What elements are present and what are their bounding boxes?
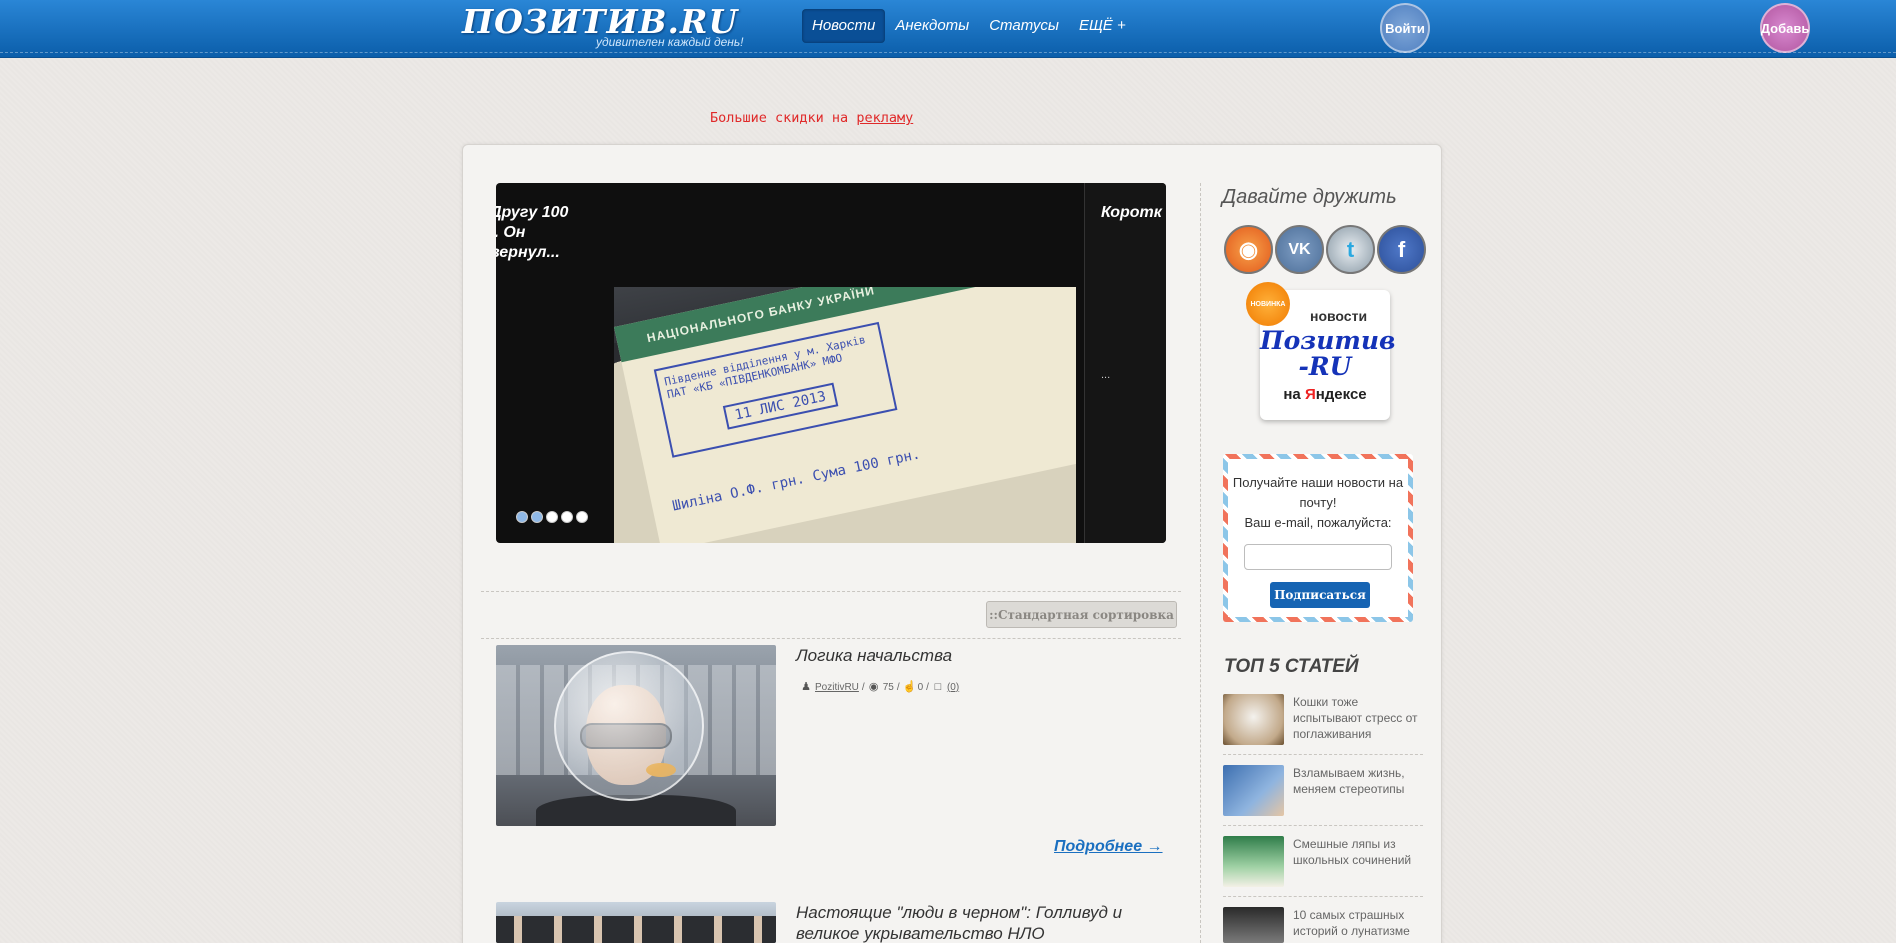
slider-dot[interactable]	[531, 511, 543, 523]
top-article-thumb[interactable]	[1223, 694, 1284, 745]
twitter-icon[interactable]: t	[1326, 225, 1375, 274]
divider	[1223, 896, 1423, 897]
yandex-news-label: новости	[1310, 308, 1368, 324]
nav-news[interactable]: Новости	[802, 9, 886, 43]
read-more-link[interactable]: Подробнее →	[1054, 838, 1163, 856]
slide-image[interactable]: НАЦІОНАЛЬНОГО БАНКУ УКРАЇНИ Південне від…	[614, 287, 1076, 543]
slider-dot[interactable]	[561, 511, 573, 523]
thumbs-up-icon[interactable]: ☝	[903, 681, 917, 693]
comment-icon: □	[934, 681, 942, 693]
yandex-on-label: на Яндексе	[1260, 386, 1390, 403]
article-comments[interactable]: (0)	[947, 682, 959, 693]
social-links: ◉ VK t f	[1224, 225, 1426, 274]
site-slogan: удивителен каждый день!	[596, 35, 744, 49]
nav-more[interactable]: ЕЩЁ +	[1069, 9, 1136, 43]
slider-dot[interactable]	[546, 511, 558, 523]
nav-jokes[interactable]: Анекдоты	[885, 9, 979, 43]
news-slider[interactable]: Другу 100 .. Он вернул... НАЦІОНАЛЬНОГО …	[496, 183, 1166, 543]
newsletter-line1: Получайте наши новости на почту!	[1232, 475, 1404, 510]
slide-next-caption[interactable]: Коротк курьезн истори случив	[1101, 203, 1166, 223]
thumb-bowl	[554, 651, 704, 801]
login-button[interactable]: Войти	[1380, 3, 1430, 53]
slide-caption-panel: Коротк курьезн истори случив ...	[1084, 183, 1166, 543]
thumb-people	[496, 916, 776, 943]
ad-link[interactable]: рекламу	[856, 110, 913, 126]
article-views: 75	[882, 681, 894, 693]
article-author[interactable]: PozitivRU	[815, 682, 859, 693]
sort-button[interactable]: ::Стандартная сортировка	[986, 601, 1177, 628]
article-meta: ♟ PozitivRU / ◉ 75 / ☝ 0 / □ (0)	[800, 681, 959, 693]
main-nav: Новости Анекдоты Статусы ЕЩЁ +	[802, 9, 1136, 43]
divider	[1223, 754, 1423, 755]
user-icon: ♟	[801, 681, 811, 693]
yandex-y: Я	[1304, 386, 1316, 403]
top-article-thumb[interactable]	[1223, 907, 1284, 943]
top-article-title[interactable]: Кошки тоже испытывают стресс от поглажив…	[1293, 694, 1423, 742]
slide-ellipsis: ...	[1101, 369, 1111, 381]
nav-statuses[interactable]: Статусы	[979, 9, 1069, 43]
article-thumbnail[interactable]	[496, 645, 776, 826]
slider-dot[interactable]	[516, 511, 528, 523]
new-badge: НОВИНКА	[1246, 282, 1290, 326]
top-navigation-bar: ПОЗИТИВ.RU удивителен каждый день! Новос…	[0, 0, 1896, 58]
slider-dot[interactable]	[576, 511, 588, 523]
eye-icon: ◉	[868, 681, 879, 693]
divider	[481, 638, 1181, 639]
top-article-title[interactable]: 10 самых страшных историй о лунатизме	[1293, 907, 1423, 939]
vk-icon[interactable]: VK	[1275, 225, 1324, 274]
sidebar-separator	[1200, 183, 1201, 943]
article-title[interactable]: Настоящие "люди в черном": Голливуд и ве…	[796, 902, 1176, 943]
article-title[interactable]: Логика начальства	[796, 645, 952, 666]
newsletter-line2: Ваш e-mail, пожалуйста:	[1244, 515, 1392, 530]
facebook-icon[interactable]: f	[1377, 225, 1426, 274]
top-article-title[interactable]: Смешные ляпы из школьных сочинений	[1293, 836, 1423, 868]
yandex-ndex: ндексе	[1315, 386, 1367, 403]
article-thumbnail[interactable]	[496, 902, 776, 943]
yandex-on: на	[1283, 386, 1301, 403]
meta-separator: /	[926, 681, 929, 693]
yandex-news-banner[interactable]: НОВИНКА новости Позитив -RU на Яндексе	[1246, 282, 1396, 420]
subscribe-button[interactable]: Подписаться	[1270, 582, 1370, 608]
slider-dots	[516, 511, 588, 523]
top-article-thumb[interactable]	[1223, 836, 1284, 887]
bill-sum-text: Шиліна О.Ф. грн. Сума 100 грн.	[670, 446, 922, 515]
newsletter-text: Получайте наши новости на почту! Ваш e-m…	[1228, 473, 1408, 533]
slide-prev-caption[interactable]: Другу 100 .. Он вернул...	[496, 203, 580, 263]
add-button[interactable]: Добавь	[1760, 3, 1810, 53]
top-article-thumb[interactable]	[1223, 765, 1284, 816]
yandex-brand: Позитив -RU	[1260, 326, 1396, 381]
friends-title: Давайте дружить	[1222, 186, 1397, 208]
article-likes: 0	[917, 681, 924, 693]
meta-separator: /	[896, 681, 900, 693]
top5-title: ТОП 5 СТАТЕЙ	[1224, 656, 1359, 677]
meta-separator: /	[861, 681, 865, 693]
money-bundle-image: НАЦІОНАЛЬНОГО БАНКУ УКРАЇНИ Південне від…	[614, 287, 1076, 543]
ad-line: Большие скидки на рекламу	[710, 110, 913, 126]
email-field[interactable]	[1244, 544, 1392, 570]
divider	[481, 591, 1181, 592]
newsletter-box: Получайте наши новости на почту! Ваш e-m…	[1223, 454, 1413, 622]
rss-icon[interactable]: ◉	[1224, 225, 1273, 274]
divider	[1223, 825, 1423, 826]
ad-text: Большие скидки на	[710, 110, 849, 126]
top-article-title[interactable]: Взламываем жизнь, меняем стереотипы	[1293, 765, 1423, 797]
